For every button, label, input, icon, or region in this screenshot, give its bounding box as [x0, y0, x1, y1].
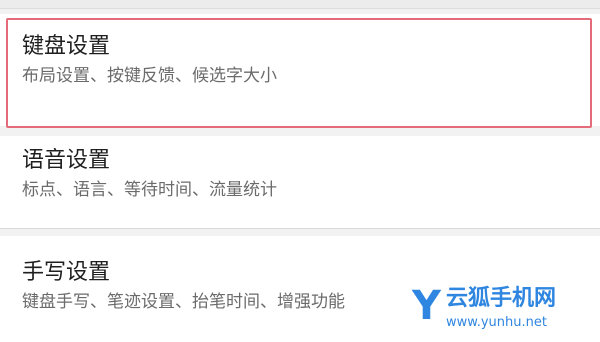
site-watermark: Y 云狐手机网 www.yunhu.net: [412, 286, 590, 334]
handwriting-settings-subtitle: 键盘手写、笔迹设置、抬笔时间、增强功能: [22, 292, 345, 312]
watermark-logo: Y: [412, 283, 441, 329]
keyboard-settings-title: 键盘设置: [22, 34, 111, 59]
settings-screen: 键盘设置 布局设置、按键反馈、候选字大小 语音设置 标点、语言、等待时间、流量统…: [0, 0, 600, 342]
voice-settings-title: 语音设置: [22, 148, 111, 173]
handwriting-settings-title: 手写设置: [22, 260, 111, 285]
watermark-site-name: 云狐手机网: [446, 286, 557, 311]
top-edge: [0, 0, 600, 9]
divider: [0, 228, 600, 229]
keyboard-settings-item[interactable]: 键盘设置 布局设置、按键反馈、候选字大小: [0, 14, 600, 126]
voice-settings-subtitle: 标点、语言、等待时间、流量统计: [22, 180, 277, 200]
watermark-url: www.yunhu.net: [446, 315, 547, 330]
keyboard-settings-subtitle: 布局设置、按键反馈、候选字大小: [22, 66, 277, 86]
voice-settings-item[interactable]: 语音设置 标点、语言、等待时间、流量统计: [0, 136, 600, 228]
